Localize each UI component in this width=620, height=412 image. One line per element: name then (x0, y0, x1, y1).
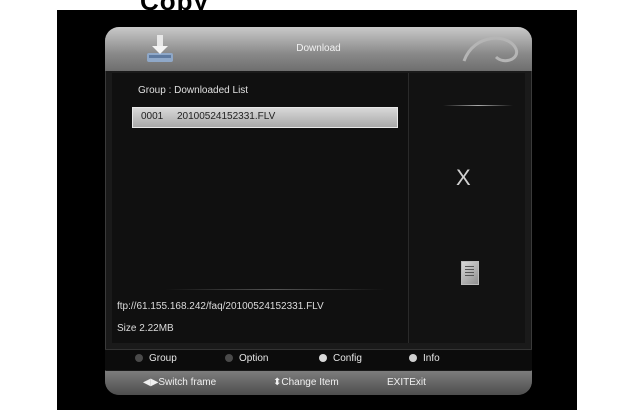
divider (443, 105, 513, 106)
option-button[interactable]: Option (225, 353, 268, 364)
info-button[interactable]: Info (409, 353, 440, 364)
color-button-bar: Group Option Config Info (105, 349, 532, 370)
preview-pane (408, 73, 525, 343)
item-filename: 20100524152331.FLV (177, 111, 276, 122)
decorative-swirl-icon (462, 36, 519, 63)
group-button[interactable]: Group (135, 353, 177, 364)
file-icon (461, 261, 479, 285)
grey-dot-icon (135, 354, 143, 362)
list-item[interactable]: 0001 20100524152331.FLV (132, 107, 398, 128)
close-icon[interactable]: X (456, 165, 471, 191)
grey-dot-icon (225, 354, 233, 362)
info-dot-icon (409, 354, 417, 362)
download-window: Download Group : Downloaded List 0001 20… (105, 27, 532, 395)
ftp-path: ftp://61.155.168.242/faq/20100524152331.… (117, 301, 324, 312)
exit-hint: EXITExit (387, 377, 426, 388)
white-dot-icon (319, 354, 327, 362)
window-header: Download (105, 27, 532, 71)
switch-frame-hint: ◀▶Switch frame (143, 377, 217, 388)
file-size: Size 2.22MB (117, 323, 174, 334)
change-item-hint: ⬍Change Item (273, 377, 339, 388)
group-title: Group : Downloaded List (138, 85, 249, 96)
divider (165, 289, 385, 290)
item-index: 0001 (141, 111, 164, 122)
page-top-text: Copy (140, 0, 209, 16)
left-right-arrow-icon: ◀▶ (143, 377, 159, 388)
navigation-bar: ◀▶Switch frame ⬍Change Item EXITExit (105, 371, 532, 395)
config-button[interactable]: Config (319, 353, 362, 364)
